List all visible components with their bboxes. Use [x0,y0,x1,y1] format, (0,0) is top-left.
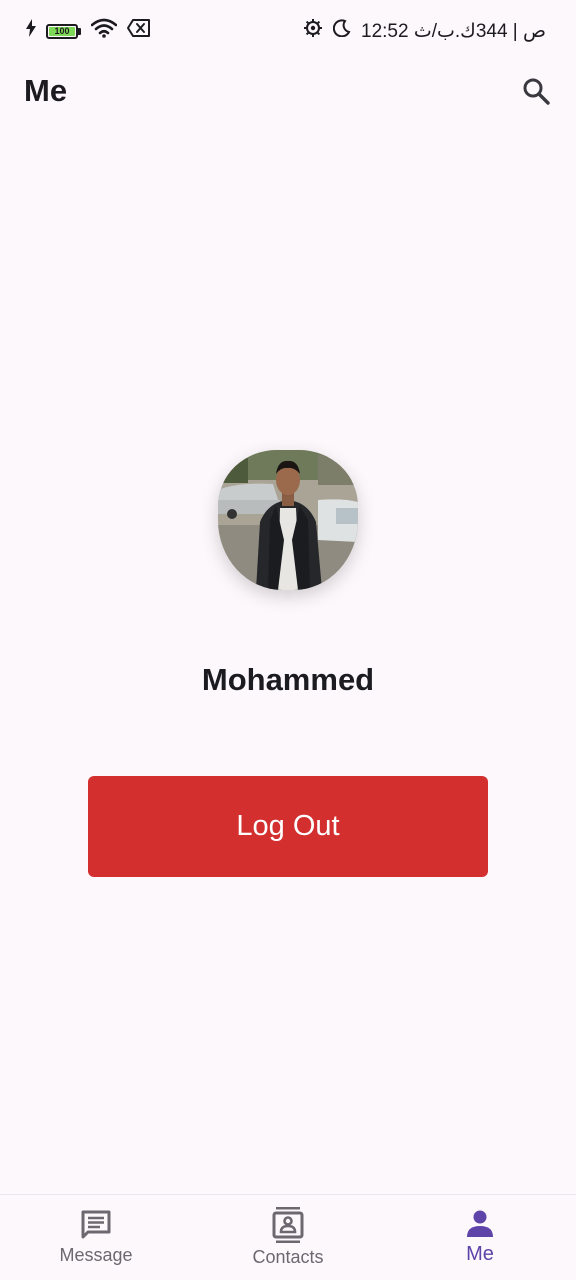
status-time-speed: 12:52 ص | 344ك.ب/ث [361,20,546,42]
me-screen: 100 12:52 ص | 344ك.ب/ث Me Mohammed Log O… [0,0,576,1280]
avatar-photo [218,450,358,590]
nav-label-me: Me [466,1243,494,1265]
search-icon [523,78,550,105]
message-icon [81,1210,111,1239]
bottom-navigation: Message Contacts Me [0,1194,576,1280]
avatar[interactable] [218,450,358,590]
status-icons-right: 12:52 ص | 344ك.ب/ث [303,18,546,44]
user-name: Mohammed [201,662,375,697]
charging-icon [26,19,36,43]
page-title: Me [24,73,68,108]
moon-icon [332,19,351,43]
settings-gear-icon [303,18,323,44]
logout-button[interactable]: Log Out [88,776,488,877]
nav-label-message: Message [59,1245,133,1265]
no-sim-icon [127,19,151,43]
nav-item-contacts[interactable]: Contacts [192,1195,384,1280]
wifi-icon [90,18,118,44]
status-icons-left: 100 [26,18,151,44]
person-icon [467,1210,493,1237]
nav-item-message[interactable]: Message [0,1195,192,1280]
battery-level: 100 [49,26,75,36]
nav-label-contacts: Contacts [252,1247,324,1267]
battery-icon: 100 [46,23,81,39]
status-bar: 100 12:52 ص | 344ك.ب/ث [0,0,576,62]
contacts-icon [272,1207,304,1243]
app-bar: Me [0,62,576,120]
search-button[interactable] [518,73,554,109]
nav-item-me[interactable]: Me [384,1195,576,1280]
